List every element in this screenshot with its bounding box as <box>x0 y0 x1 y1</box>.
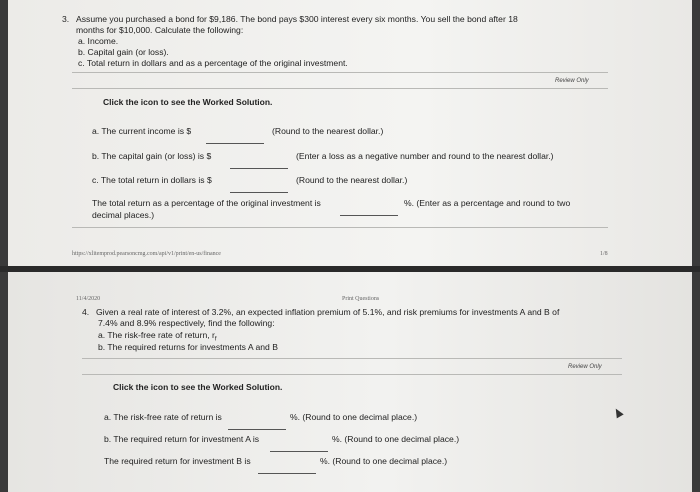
q4-answer-a-hint: %. (Round to one decimal place.) <box>290 412 418 422</box>
q4-answer-b-label: b. The required return for investment A … <box>104 434 260 444</box>
worked-solution-link[interactable]: Click the icon to see the Worked Solutio… <box>113 382 282 392</box>
q4-answer-b-input[interactable] <box>270 434 328 452</box>
question-4-text-line2: 7.4% and 8.9% respectively, find the fol… <box>98 318 275 328</box>
q4-answer-b-hint: %. (Round to one decimal place.) <box>332 434 460 444</box>
q3-answer-a-hint: (Round to the nearest dollar.) <box>272 126 384 136</box>
question-3-item-b: b. Capital gain (or loss). <box>78 47 169 57</box>
review-only-label: Review Only <box>568 364 602 370</box>
q4-answer-c-input[interactable] <box>258 456 316 474</box>
question-3-text-line2: months for $10,000. Calculate the follow… <box>76 25 244 35</box>
q4-answer-c-label: The required return for investment B is <box>104 456 251 466</box>
question-3-item-c: c. Total return in dollars and as a perc… <box>78 58 348 68</box>
q4-answer-c-hint: %. (Round to one decimal place.) <box>320 456 448 466</box>
footer-page-number: 1/8 <box>600 251 608 257</box>
header-date: 11/4/2020 <box>76 296 101 302</box>
q3-percent-hint: %. (Enter as a percentage and round to t… <box>404 198 571 208</box>
q4-answer-a-label: a. The risk-free rate of return is <box>104 412 222 422</box>
question-3-item-a: a. Income. <box>78 36 119 46</box>
worked-solution-link[interactable]: Click the icon to see the Worked Solutio… <box>103 97 272 107</box>
q3-answer-c-hint: (Round to the nearest dollar.) <box>296 175 408 185</box>
question-3-text-line1: Assume you purchased a bond for $9,186. … <box>76 14 518 24</box>
divider <box>82 374 622 375</box>
q3-answer-b-label: b. The capital gain (or loss) is $ <box>92 151 212 161</box>
q3-percent-label-line2: decimal places.) <box>92 210 155 220</box>
question-4-item-b: b. The required returns for investments … <box>98 342 278 352</box>
q3-percent-label-line1: The total return as a percentage of the … <box>92 198 321 208</box>
review-only-label: Review Only <box>555 78 589 84</box>
q3-answer-c-label: c. The total return in dollars is $ <box>92 175 212 185</box>
q3-answer-a-input[interactable] <box>206 126 264 144</box>
divider <box>72 88 608 89</box>
q3-answer-b-hint: (Enter a loss as a negative number and r… <box>296 151 554 161</box>
q3-answer-c-input[interactable] <box>230 175 288 193</box>
q3-answer-b-input[interactable] <box>230 151 288 169</box>
question-4-text-line1: Given a real rate of interest of 3.2%, a… <box>96 307 560 317</box>
question-4-number: 4. <box>82 307 90 317</box>
divider <box>72 227 608 228</box>
footer-url: https://xlitemprod.pearsoncmg.com/api/v1… <box>72 251 221 257</box>
header-title: Print Questions <box>342 296 380 302</box>
divider <box>82 358 622 359</box>
q3-answer-a-label: a. The current income is $ <box>92 126 192 136</box>
divider <box>72 72 608 73</box>
q4-answer-a-input[interactable] <box>228 412 286 430</box>
q3-percent-input[interactable] <box>340 198 398 216</box>
question-3-number: 3. <box>62 14 70 24</box>
